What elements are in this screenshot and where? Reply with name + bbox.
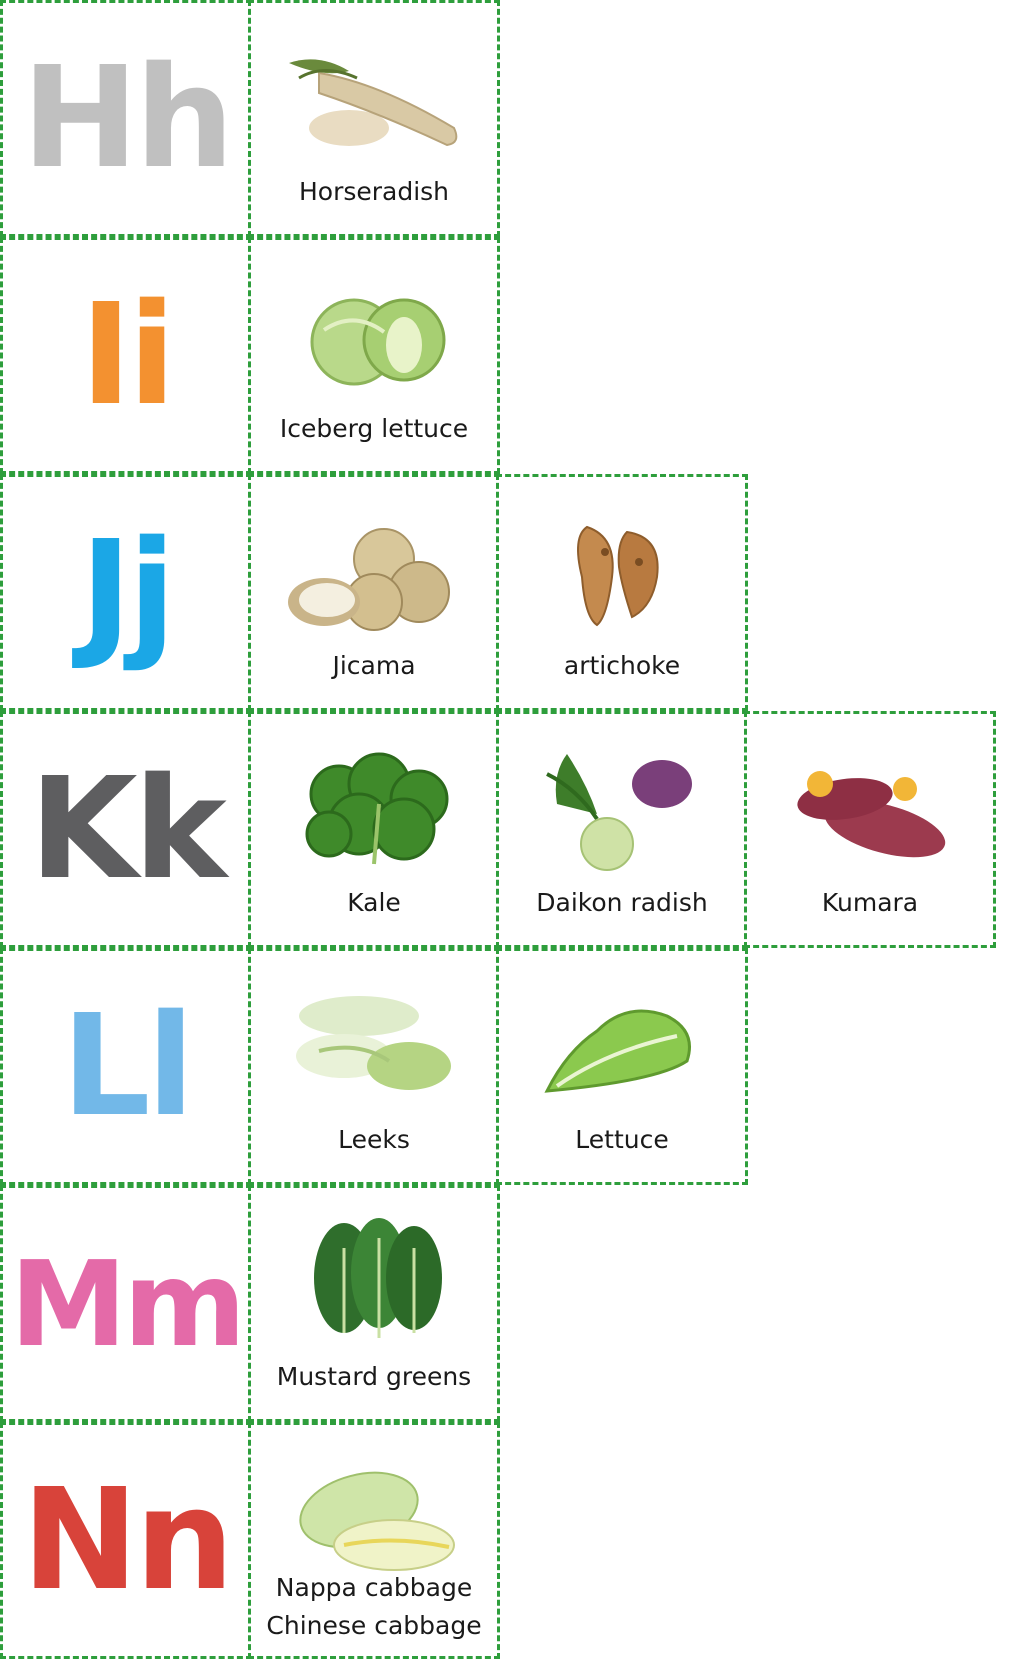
letter-cell: Jj	[0, 474, 252, 711]
vegetable-label: Horseradish	[298, 176, 450, 206]
vegetable-card: Jicama	[248, 474, 500, 711]
jicama-icon	[288, 528, 450, 631]
kale-icon	[305, 752, 449, 865]
leeks-icon	[296, 996, 451, 1090]
mustard-greens-icon	[314, 1218, 442, 1338]
alphabet-vegetable-grid: Hh Horseradish Ii Iceberg lettuce Jj Jicama ar…	[0, 0, 1035, 1659]
letter-cell: Ll	[0, 948, 252, 1185]
nappa-cabbage-icon	[299, 1471, 455, 1571]
vegetable-label: Kumara	[821, 887, 919, 917]
alphabet-letter: Ll	[61, 984, 194, 1148]
alphabet-letter: Kk	[29, 747, 227, 911]
vegetable-label: Iceberg lettuce	[279, 413, 469, 443]
vegetable-label: Leeks	[338, 1124, 410, 1154]
vegetable-card: Mustard greens	[248, 1185, 500, 1422]
vegetable-label: artichoke	[563, 650, 681, 680]
iceberg-lettuce-icon	[310, 298, 446, 386]
letter-cell: Kk	[0, 711, 252, 948]
letter-cell: Nn	[0, 1422, 252, 1659]
vegetable-label: Lettuce	[575, 1124, 669, 1154]
vegetable-card: Kumara	[744, 711, 996, 948]
alphabet-letter: Hh	[21, 36, 235, 200]
kumara-icon	[797, 771, 946, 858]
artichoke-icon	[577, 525, 659, 627]
vegetable-label: Mustard greens	[276, 1361, 472, 1391]
daikon-radish-icon	[546, 754, 692, 871]
vegetable-card: Iceberg lettuce	[248, 237, 500, 474]
vegetable-label: Daikon radish	[536, 887, 708, 917]
vegetable-card: Daikon radish	[496, 711, 748, 948]
vegetable-label: Jicama	[332, 650, 416, 680]
letter-cell: Mm	[0, 1185, 252, 1422]
alphabet-letter: Ii	[79, 273, 176, 437]
horseradish-icon	[289, 59, 458, 147]
alphabet-letter: Nn	[21, 1458, 235, 1622]
vegetable-label: Nappa cabbage Chinese cabbage	[266, 1573, 482, 1640]
vegetable-card: Lettuce	[496, 948, 748, 1185]
alphabet-letter: Jj	[79, 510, 176, 674]
vegetable-card: Kale	[248, 711, 500, 948]
lettuce-icon	[544, 1009, 691, 1093]
vegetable-card: Horseradish	[248, 0, 500, 237]
vegetable-card: Leeks	[248, 948, 500, 1185]
vegetable-card: artichoke	[496, 474, 748, 711]
letter-cell: Ii	[0, 237, 252, 474]
vegetable-label: Kale	[347, 887, 401, 917]
letter-cell: Hh	[0, 0, 252, 237]
alphabet-letter: Mm	[9, 1234, 246, 1373]
vegetable-card: Nappa cabbage Chinese cabbage	[248, 1422, 500, 1659]
